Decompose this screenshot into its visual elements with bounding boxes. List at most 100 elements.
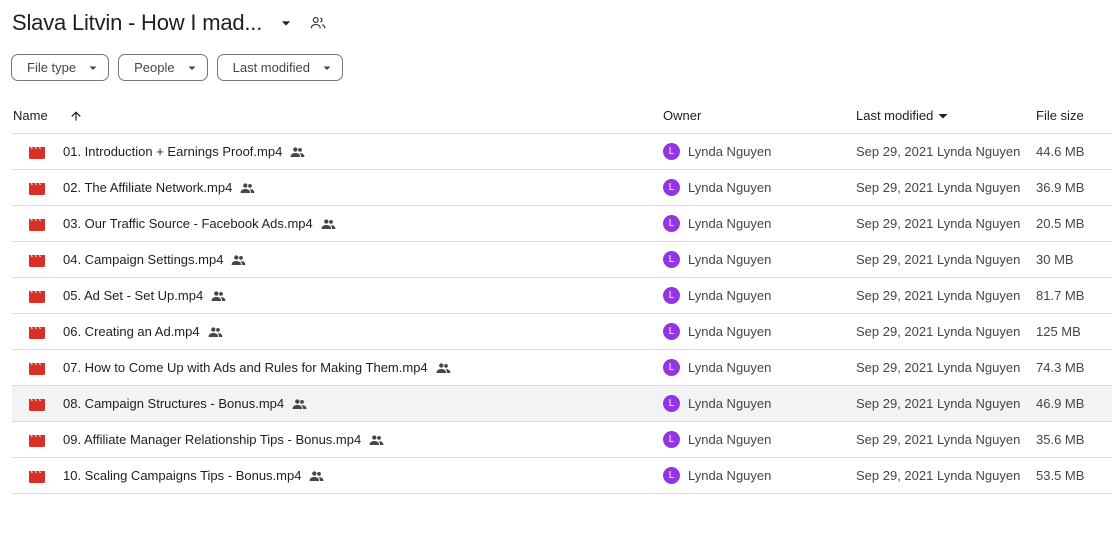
owner-cell: L Lynda Nguyen (663, 206, 771, 241)
table-row[interactable]: 04. Campaign Settings.mp4 L Lynda Nguyen… (12, 242, 1112, 278)
column-header-file-size[interactable]: File size (1036, 98, 1084, 133)
owner-name: Lynda Nguyen (688, 252, 772, 267)
owner-cell: L Lynda Nguyen (663, 278, 771, 313)
file-name-cell[interactable]: 05. Ad Set - Set Up.mp4 (63, 278, 226, 313)
shared-people-icon (321, 218, 336, 230)
file-name: 03. Our Traffic Source - Facebook Ads.mp… (63, 216, 313, 231)
table-row[interactable]: 07. How to Come Up with Ads and Rules fo… (12, 350, 1112, 386)
last-modified-cell: Sep 29, 2021 Lynda Nguyen (856, 468, 1021, 483)
file-name: 09. Affiliate Manager Relationship Tips … (63, 432, 362, 447)
table-row[interactable]: 06. Creating an Ad.mp4 L Lynda Nguyen Se… (12, 314, 1112, 350)
avatar[interactable]: L (663, 179, 680, 196)
folder-title: Slava Litvin - How I mad... (12, 10, 263, 35)
owner-cell: L Lynda Nguyen (663, 458, 771, 493)
file-name-cell[interactable]: 09. Affiliate Manager Relationship Tips … (63, 422, 384, 457)
file-name-cell[interactable]: 06. Creating an Ad.mp4 (63, 314, 223, 349)
shared-people-icon (292, 398, 307, 410)
avatar[interactable]: L (663, 251, 680, 268)
last-modified-cell: Sep 29, 2021 Lynda Nguyen (856, 252, 1021, 267)
file-name: 08. Campaign Structures - Bonus.mp4 (63, 396, 285, 411)
avatar[interactable]: L (663, 323, 680, 340)
video-file-icon (29, 458, 47, 493)
folder-header: Slava Litvin - How I mad... (12, 8, 332, 38)
arrow-drop-down-icon (938, 111, 948, 121)
owner-cell: L Lynda Nguyen (663, 350, 771, 385)
owner-name: Lynda Nguyen (688, 216, 772, 231)
file-name-cell[interactable]: 10. Scaling Campaigns Tips - Bonus.mp4 (63, 458, 324, 493)
owner-name: Lynda Nguyen (688, 360, 772, 375)
last-modified-cell: Sep 29, 2021 Lynda Nguyen (856, 144, 1021, 159)
owner-cell: L Lynda Nguyen (663, 422, 771, 457)
file-size-cell: 74.3 MB (1036, 360, 1085, 375)
last-modified-cell: Sep 29, 2021 Lynda Nguyen (856, 180, 1021, 195)
video-file-icon (29, 206, 47, 241)
file-size-cell: 81.7 MB (1036, 288, 1085, 303)
owner-cell: L Lynda Nguyen (663, 170, 771, 205)
video-file-icon (29, 134, 47, 169)
last-modified-cell: Sep 29, 2021 Lynda Nguyen (856, 324, 1021, 339)
file-name: 07. How to Come Up with Ads and Rules fo… (63, 360, 428, 375)
file-size-cell: 20.5 MB (1036, 216, 1085, 231)
avatar[interactable]: L (663, 467, 680, 484)
column-header-owner[interactable]: Owner (663, 98, 701, 133)
last-modified-cell: Sep 29, 2021 Lynda Nguyen (856, 288, 1021, 303)
column-header-last-modified[interactable]: Last modified (856, 98, 948, 133)
column-header-name[interactable]: Name (13, 98, 48, 133)
shared-people-icon (290, 146, 305, 158)
table-row[interactable]: 09. Affiliate Manager Relationship Tips … (12, 422, 1112, 458)
owner-name: Lynda Nguyen (688, 288, 772, 303)
video-file-icon (29, 386, 47, 421)
avatar[interactable]: L (663, 431, 680, 448)
table-row[interactable]: 05. Ad Set - Set Up.mp4 L Lynda Nguyen S… (12, 278, 1112, 314)
avatar[interactable]: L (663, 215, 680, 232)
shared-people-icon (211, 290, 226, 302)
last-modified-filter[interactable]: Last modified (216, 54, 343, 81)
shared-people-icon (208, 326, 223, 338)
owner-name: Lynda Nguyen (688, 144, 772, 159)
people-filter[interactable]: People (118, 54, 208, 81)
avatar[interactable]: L (663, 359, 680, 376)
filter-chips: File type People Last modified (11, 54, 343, 81)
shared-people-icon (231, 254, 246, 266)
file-name-cell[interactable]: 04. Campaign Settings.mp4 (63, 242, 246, 277)
table-row[interactable]: 08. Campaign Structures - Bonus.mp4 L Ly… (12, 386, 1112, 422)
file-size-cell: 35.6 MB (1036, 432, 1085, 447)
chip-label: File type (27, 60, 77, 75)
arrow-upward-icon[interactable] (68, 98, 84, 133)
owner-name: Lynda Nguyen (688, 396, 772, 411)
people-outline-icon[interactable] (304, 9, 332, 37)
file-size-cell: 44.6 MB (1036, 144, 1085, 159)
file-name-cell[interactable]: 01. Introduction + Earnings Proof.mp4 (63, 134, 305, 169)
table-header: Name Owner Last modified File size (12, 98, 1112, 134)
file-name: 02. The Affiliate Network.mp4 (63, 180, 233, 195)
video-file-icon (29, 350, 47, 385)
owner-cell: L Lynda Nguyen (663, 386, 771, 421)
file-size-cell: 46.9 MB (1036, 396, 1085, 411)
chevron-down-icon (88, 63, 98, 73)
chevron-down-icon (187, 63, 197, 73)
avatar[interactable]: L (663, 395, 680, 412)
owner-name: Lynda Nguyen (688, 180, 772, 195)
file-name-cell[interactable]: 08. Campaign Structures - Bonus.mp4 (63, 386, 307, 421)
column-header-label: Last modified (856, 108, 934, 123)
arrow-drop-down-icon[interactable] (274, 11, 298, 35)
file-name-cell[interactable]: 02. The Affiliate Network.mp4 (63, 170, 255, 205)
table-row[interactable]: 03. Our Traffic Source - Facebook Ads.mp… (12, 206, 1112, 242)
drive-folder-view: Slava Litvin - How I mad... File type Pe… (0, 0, 1112, 533)
file-type-filter[interactable]: File type (11, 54, 110, 81)
file-size-cell: 36.9 MB (1036, 180, 1085, 195)
video-file-icon (29, 170, 47, 205)
table-row[interactable]: 02. The Affiliate Network.mp4 L Lynda Ng… (12, 170, 1112, 206)
file-name: 06. Creating an Ad.mp4 (63, 324, 200, 339)
last-modified-cell: Sep 29, 2021 Lynda Nguyen (856, 216, 1021, 231)
chip-label: Last modified (232, 60, 310, 75)
avatar[interactable]: L (663, 143, 680, 160)
avatar[interactable]: L (663, 287, 680, 304)
table-row[interactable]: 10. Scaling Campaigns Tips - Bonus.mp4 L… (12, 458, 1112, 494)
video-file-icon (29, 314, 47, 349)
file-name-cell[interactable]: 03. Our Traffic Source - Facebook Ads.mp… (63, 206, 336, 241)
chip-label: People (134, 60, 175, 75)
table-row[interactable]: 01. Introduction + Earnings Proof.mp4 L … (12, 134, 1112, 170)
file-name-cell[interactable]: 07. How to Come Up with Ads and Rules fo… (63, 350, 451, 385)
shared-people-icon (309, 470, 324, 482)
